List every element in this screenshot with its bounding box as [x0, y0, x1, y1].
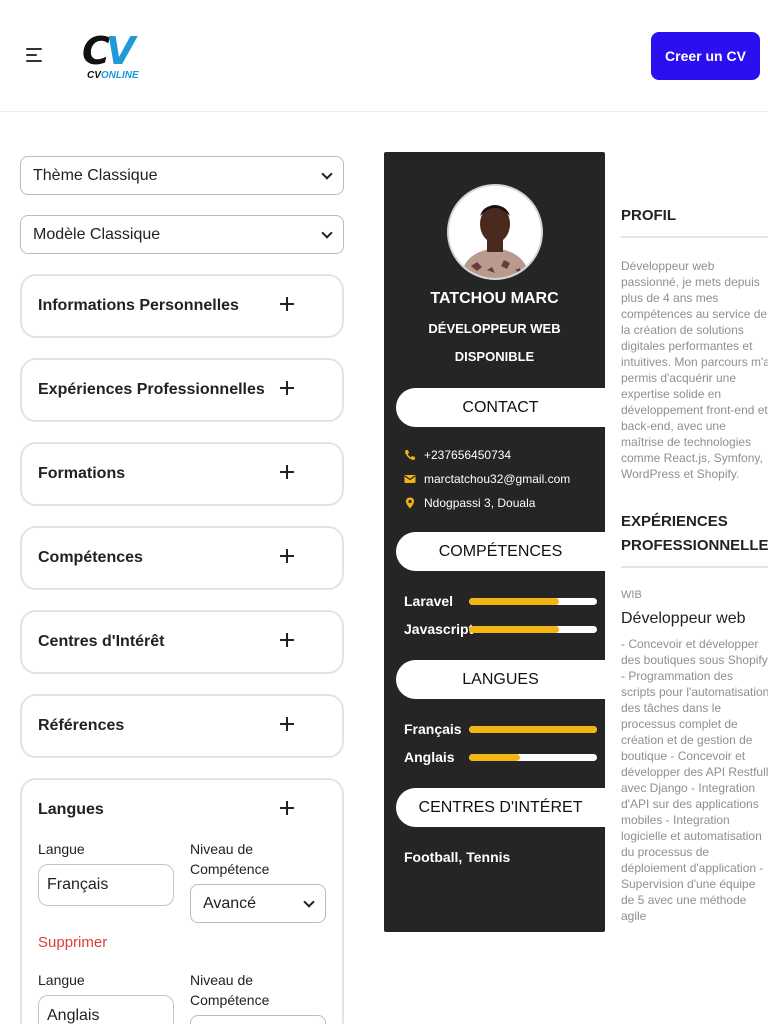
- language-input-value: Anglais: [47, 1007, 100, 1024]
- model-select[interactable]: Modèle Classique: [20, 215, 344, 254]
- mail-icon: [404, 475, 416, 483]
- accordion-title: Centres d'Intérêt: [38, 633, 165, 650]
- language-name: Anglais: [404, 749, 455, 765]
- language-input[interactable]: Anglais: [38, 995, 174, 1024]
- accordion-title: Références: [38, 717, 125, 734]
- section-divider: [621, 566, 768, 568]
- experience-heading-line1: EXPÉRIENCES: [621, 513, 728, 530]
- logo-subtitle: CVONLINE: [87, 70, 139, 81]
- accordion-title: Formations: [38, 465, 126, 482]
- language-bar-fill: [469, 754, 521, 761]
- theme-select[interactable]: Thème Classique: [20, 156, 344, 195]
- accordion-interests[interactable]: Centres d'Intérêt: [20, 610, 344, 674]
- plus-icon[interactable]: [280, 801, 294, 815]
- accordion-title: Expériences Professionnelles: [38, 381, 265, 398]
- skill-bar-fill: [469, 598, 559, 605]
- chevron-down-icon: [303, 895, 315, 908]
- plus-icon[interactable]: [280, 465, 294, 479]
- accordion-title: Informations Personnelles: [38, 297, 239, 314]
- logo-mark: CV: [82, 29, 135, 73]
- skill-name: Javascript: [404, 621, 474, 637]
- accordion-title: Compétences: [38, 549, 143, 566]
- contact-heading: CONTACT: [396, 388, 605, 427]
- level-select[interactable]: [190, 1015, 326, 1024]
- language-bar-fill: [469, 726, 597, 733]
- skill-name: Laravel: [404, 593, 454, 609]
- language-input[interactable]: Français: [38, 864, 174, 906]
- level-label: Niveau de Compétence: [190, 972, 270, 1008]
- language-bar: [469, 754, 597, 761]
- cv-job-title: DÉVELOPPEUR WEB: [428, 321, 561, 336]
- language-input-value: Français: [47, 876, 109, 893]
- accordion-skills[interactable]: Compétences: [20, 526, 344, 590]
- phone-text: +237656450734: [424, 448, 512, 462]
- contact-email: marctatchou32@gmail.com: [404, 471, 570, 487]
- experience-job-title: Développeur web: [621, 610, 746, 627]
- job-description: - Concevoir et développer des boutiques …: [621, 637, 768, 923]
- contact-address: Ndogpassi 3, Douala: [404, 495, 535, 511]
- skills-heading: COMPÉTENCES: [396, 532, 605, 571]
- level-label: Niveau de Compétence: [190, 841, 270, 877]
- interests-heading: CENTRES D'INTÉRET: [396, 788, 605, 827]
- address-text: Ndogpassi 3, Douala: [424, 496, 536, 510]
- plus-icon[interactable]: [280, 633, 294, 647]
- accordion-experience[interactable]: Expériences Professionnelles: [20, 358, 344, 422]
- chevron-down-icon: [321, 226, 333, 239]
- app-header: CV CVONLINE Creer un CV: [0, 0, 768, 112]
- plus-icon[interactable]: [280, 297, 294, 311]
- section-divider: [621, 236, 768, 238]
- contact-phone: +237656450734: [404, 447, 511, 463]
- profile-text: Développeur web passionné, je mets depui…: [621, 259, 768, 481]
- experience-heading-line2: PROFESSIONNELLES: [621, 537, 768, 554]
- delete-language-link[interactable]: Supprimer: [38, 934, 107, 951]
- interests-text: Football, Tennis: [404, 849, 511, 865]
- accordion-references[interactable]: Références: [20, 694, 344, 758]
- email-text: marctatchou32@gmail.com: [424, 472, 571, 486]
- cv-name: TATCHOU MARC: [430, 290, 559, 307]
- location-pin-icon: [406, 497, 414, 509]
- cv-availability: DISPONIBLE: [454, 349, 535, 364]
- plus-icon[interactable]: [280, 381, 294, 395]
- plus-icon[interactable]: [280, 717, 294, 731]
- menu-icon[interactable]: [26, 48, 44, 64]
- chevron-down-icon: [321, 167, 333, 180]
- company-name: WIB: [621, 589, 642, 601]
- language-label: Langue: [38, 972, 85, 988]
- language-bar: [469, 726, 597, 733]
- phone-icon: [405, 450, 415, 460]
- accordion-personal-info[interactable]: Informations Personnelles: [20, 274, 344, 338]
- skill-bar: [469, 598, 597, 605]
- skill-bar-fill: [469, 626, 559, 633]
- languages-heading: LANGUES: [396, 660, 605, 699]
- skill-bar: [469, 626, 597, 633]
- model-select-value: Modèle Classique: [33, 225, 161, 243]
- create-cv-button[interactable]: Creer un CV: [651, 32, 760, 80]
- level-select-value: Avancé: [203, 894, 257, 912]
- accordion-education[interactable]: Formations: [20, 442, 344, 506]
- language-label: Langue: [38, 841, 85, 857]
- profile-heading: PROFIL: [621, 207, 676, 224]
- profile-photo: [447, 184, 543, 280]
- cv-online-logo[interactable]: CV CVONLINE: [82, 32, 144, 84]
- language-name: Français: [404, 721, 462, 737]
- level-select[interactable]: Avancé: [190, 884, 326, 923]
- accordion-title[interactable]: Langues: [38, 780, 342, 840]
- theme-select-value: Thème Classique: [33, 166, 158, 184]
- plus-icon[interactable]: [280, 549, 294, 563]
